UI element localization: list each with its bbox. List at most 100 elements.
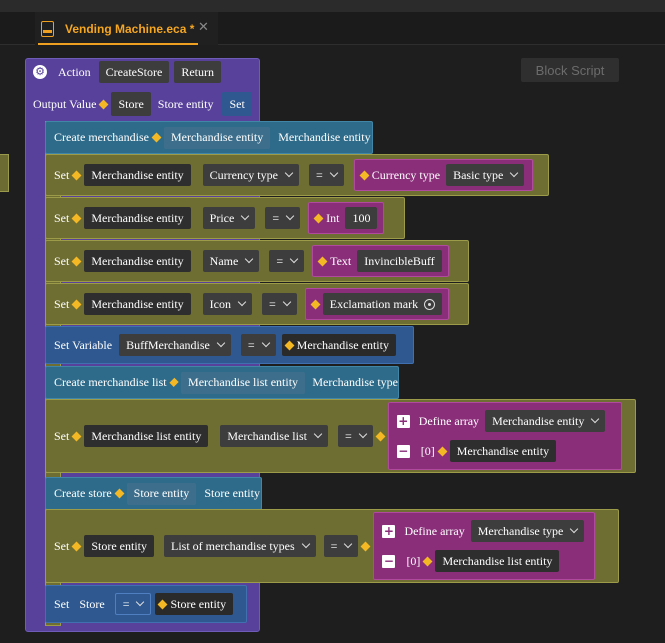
field-dropdown[interactable]: List of merchandise types bbox=[164, 535, 316, 557]
array-item[interactable]: Merchandise entity bbox=[449, 440, 557, 462]
define-array-label: Define array bbox=[418, 413, 480, 428]
operator-dropdown[interactable]: = bbox=[337, 425, 373, 447]
output-set-button[interactable]: Set bbox=[222, 92, 252, 116]
set-variable-block[interactable]: Set Variable BuffMerchandise = Merchandi… bbox=[45, 326, 414, 364]
chevron-down-icon bbox=[216, 338, 226, 348]
connector-icon bbox=[71, 431, 82, 441]
icon-picker[interactable]: Exclamation mark bbox=[322, 293, 443, 315]
set-currency-block[interactable]: Set Merchandise entity Currency type = C… bbox=[45, 154, 549, 196]
set-store-list-block[interactable]: Set Store entity List of merchandise typ… bbox=[45, 509, 619, 583]
define-array-block[interactable]: + Define array Merchandise type − [0] Me… bbox=[373, 512, 596, 580]
create-merchandise-list-block[interactable]: Create merchandise list Merchandise list… bbox=[45, 366, 399, 399]
tab-title: Vending Machine.eca * bbox=[65, 21, 195, 36]
set-target[interactable]: Merchandise entity bbox=[84, 293, 191, 315]
set-label: Set bbox=[54, 596, 70, 611]
array-type-dropdown[interactable]: Merchandise type bbox=[470, 520, 585, 542]
connector-icon bbox=[71, 299, 82, 309]
connector-icon bbox=[71, 256, 82, 266]
int-block[interactable]: Int 100 bbox=[308, 202, 385, 234]
chevron-down-icon bbox=[510, 168, 519, 178]
chevron-down-icon bbox=[237, 297, 247, 307]
action-label: Action bbox=[58, 64, 91, 79]
output-row: Output Value Store Store entity Set bbox=[33, 92, 252, 116]
create-store-block[interactable]: Create store Store entity Store entity bbox=[45, 477, 262, 510]
eca-file-icon bbox=[39, 20, 55, 38]
field-dropdown[interactable]: Currency type bbox=[202, 164, 299, 186]
set-label: Set bbox=[54, 253, 70, 268]
set-merchandise-list-block[interactable]: Set Merchandise list entity Merchandise … bbox=[45, 399, 636, 473]
field-dropdown[interactable]: Icon bbox=[202, 293, 252, 315]
variable-dropdown[interactable]: BuffMerchandise bbox=[119, 334, 231, 356]
create-list-var[interactable]: Merchandise list entity bbox=[181, 371, 306, 394]
create-merchandise-block[interactable]: Create merchandise Merchandise entity Me… bbox=[45, 121, 373, 154]
operator-dropdown[interactable]: = bbox=[240, 334, 276, 356]
array-index: [0] bbox=[420, 443, 435, 458]
close-icon[interactable]: ✕ bbox=[198, 20, 209, 35]
output-type: Store entity bbox=[157, 96, 214, 111]
create-merch-var[interactable]: Merchandise entity bbox=[163, 126, 271, 149]
field-dropdown[interactable]: Price bbox=[202, 207, 256, 229]
set-name-block[interactable]: Set Merchandise entity Name = Text Invin… bbox=[45, 240, 469, 282]
chevron-down-icon bbox=[136, 597, 145, 607]
basic-type-dropdown[interactable]: Basic type bbox=[446, 164, 525, 186]
operator-dropdown[interactable]: = bbox=[308, 164, 344, 186]
connector-icon bbox=[158, 599, 168, 609]
chevron-down-icon bbox=[284, 168, 294, 178]
gear-icon[interactable]: ⚙ bbox=[33, 65, 47, 79]
operator-dropdown[interactable]: = bbox=[114, 593, 152, 615]
connector-icon bbox=[71, 541, 82, 551]
active-tab-indicator bbox=[38, 43, 198, 45]
set-label: Set bbox=[54, 296, 70, 311]
chevron-down-icon bbox=[358, 429, 368, 439]
chevron-down-icon bbox=[344, 539, 353, 549]
create-store-label: Create store bbox=[54, 486, 112, 500]
set-icon-block[interactable]: Set Merchandise entity Icon = Exclamatio… bbox=[45, 283, 469, 325]
chevron-down-icon bbox=[313, 429, 323, 439]
set-target[interactable]: Merchandise entity bbox=[84, 164, 191, 186]
int-value-input[interactable]: 100 bbox=[345, 207, 378, 229]
field-dropdown[interactable]: Name bbox=[202, 250, 260, 272]
define-array-block[interactable]: + Define array Merchandise entity − [0] … bbox=[387, 402, 622, 470]
field-dropdown[interactable]: Merchandise list bbox=[220, 425, 328, 447]
array-type-dropdown[interactable]: Merchandise entity bbox=[485, 410, 606, 432]
icon-value-block[interactable]: Exclamation mark bbox=[304, 288, 450, 320]
create-list-label: Create merchandise list bbox=[54, 375, 167, 389]
add-item-icon[interactable]: + bbox=[382, 524, 396, 538]
operator-dropdown[interactable]: = bbox=[323, 535, 359, 557]
remove-item-icon[interactable]: − bbox=[396, 444, 410, 458]
set-label: Set bbox=[54, 210, 70, 225]
connector-icon bbox=[169, 377, 179, 388]
store-value[interactable]: Store entity bbox=[155, 593, 234, 615]
create-merch-type: Merchandise entity bbox=[278, 130, 371, 144]
operator-dropdown[interactable]: = bbox=[265, 207, 301, 229]
add-item-icon[interactable]: + bbox=[396, 414, 410, 428]
set-target[interactable]: Store entity bbox=[84, 535, 155, 557]
text-block[interactable]: Text InvincibleBuff bbox=[312, 245, 449, 277]
set-price-block[interactable]: Set Merchandise entity Price = Int 100 bbox=[45, 197, 405, 239]
action-name-field[interactable]: CreateStore bbox=[98, 61, 170, 83]
set-store-block[interactable]: Set Store = Store entity bbox=[45, 585, 247, 623]
text-value-input[interactable]: InvincibleBuff bbox=[357, 250, 442, 272]
chevron-down-icon bbox=[282, 297, 292, 307]
offscreen-block-stub bbox=[0, 154, 9, 192]
set-target[interactable]: Merchandise entity bbox=[84, 250, 191, 272]
block-script-button[interactable]: Block Script bbox=[521, 58, 619, 82]
value-type-label: Text bbox=[330, 253, 352, 268]
operator-dropdown[interactable]: = bbox=[261, 293, 297, 315]
chevron-down-icon bbox=[245, 254, 254, 264]
create-store-var[interactable]: Store entity bbox=[126, 482, 197, 505]
output-label: Output Value bbox=[33, 96, 97, 111]
currency-type-block[interactable]: Currency type Basic type bbox=[353, 159, 534, 191]
set-target[interactable]: Merchandise list entity bbox=[84, 425, 209, 447]
remove-item-icon[interactable]: − bbox=[382, 554, 396, 568]
connector-icon bbox=[310, 299, 321, 309]
set-target[interactable]: Merchandise entity bbox=[84, 207, 191, 229]
target-icon bbox=[424, 298, 436, 310]
tab-vending-machine[interactable]: Vending Machine.eca * ✕ bbox=[35, 12, 218, 45]
operator-dropdown[interactable]: = bbox=[269, 250, 305, 272]
return-button[interactable]: Return bbox=[174, 61, 221, 83]
chevron-down-icon bbox=[289, 254, 299, 264]
output-var[interactable]: Store bbox=[111, 92, 151, 116]
variable-value[interactable]: Merchandise entity bbox=[281, 334, 396, 356]
array-item[interactable]: Merchandise list entity bbox=[435, 550, 560, 572]
